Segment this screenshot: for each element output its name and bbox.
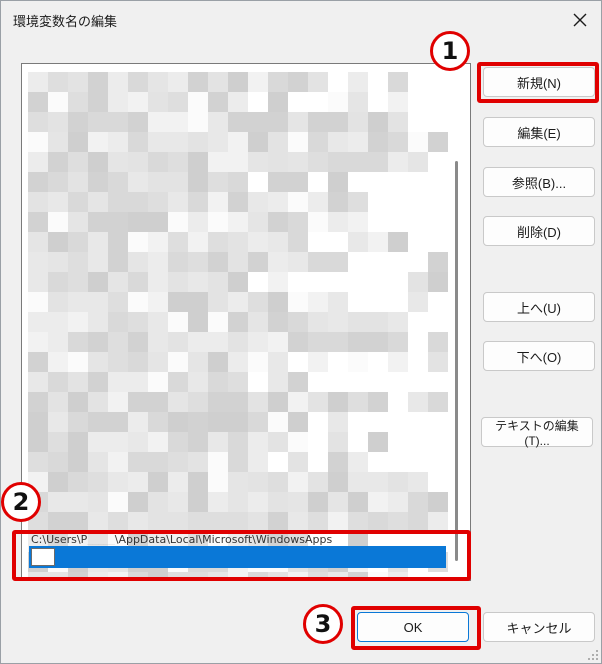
delete-button[interactable]: 削除(D) [483,216,595,246]
move-down-button[interactable]: 下へ(O) [483,341,595,371]
resize-grip-icon[interactable] [585,647,599,661]
browse-button[interactable]: 参照(B)... [483,167,595,197]
edit-environment-variable-dialog: 環境変数名の編集 C:\Users\P_____\AppData\Local\M… [0,0,602,664]
close-icon [573,13,587,27]
list-scrollbar[interactable] [455,161,458,561]
highlight-new-entry [12,530,471,581]
path-entries-list[interactable] [21,63,471,581]
annotation-badge-1: 1 [430,31,470,71]
title-bar: 環境変数名の編集 [1,1,601,37]
cancel-button[interactable]: キャンセル [483,612,595,642]
annotation-badge-3: 3 [303,604,343,644]
move-up-button[interactable]: 上へ(U) [483,292,595,322]
window-title: 環境変数名の編集 [13,15,118,30]
edit-text-button[interactable]: テキストの編集(T)... [481,417,593,448]
edit-button[interactable]: 編集(E) [483,117,595,147]
blurred-path-entries [28,72,448,580]
annotation-badge-2: 2 [1,482,41,522]
close-button[interactable] [565,5,595,35]
highlight-new-button [477,62,599,103]
highlight-ok-button [351,606,481,650]
